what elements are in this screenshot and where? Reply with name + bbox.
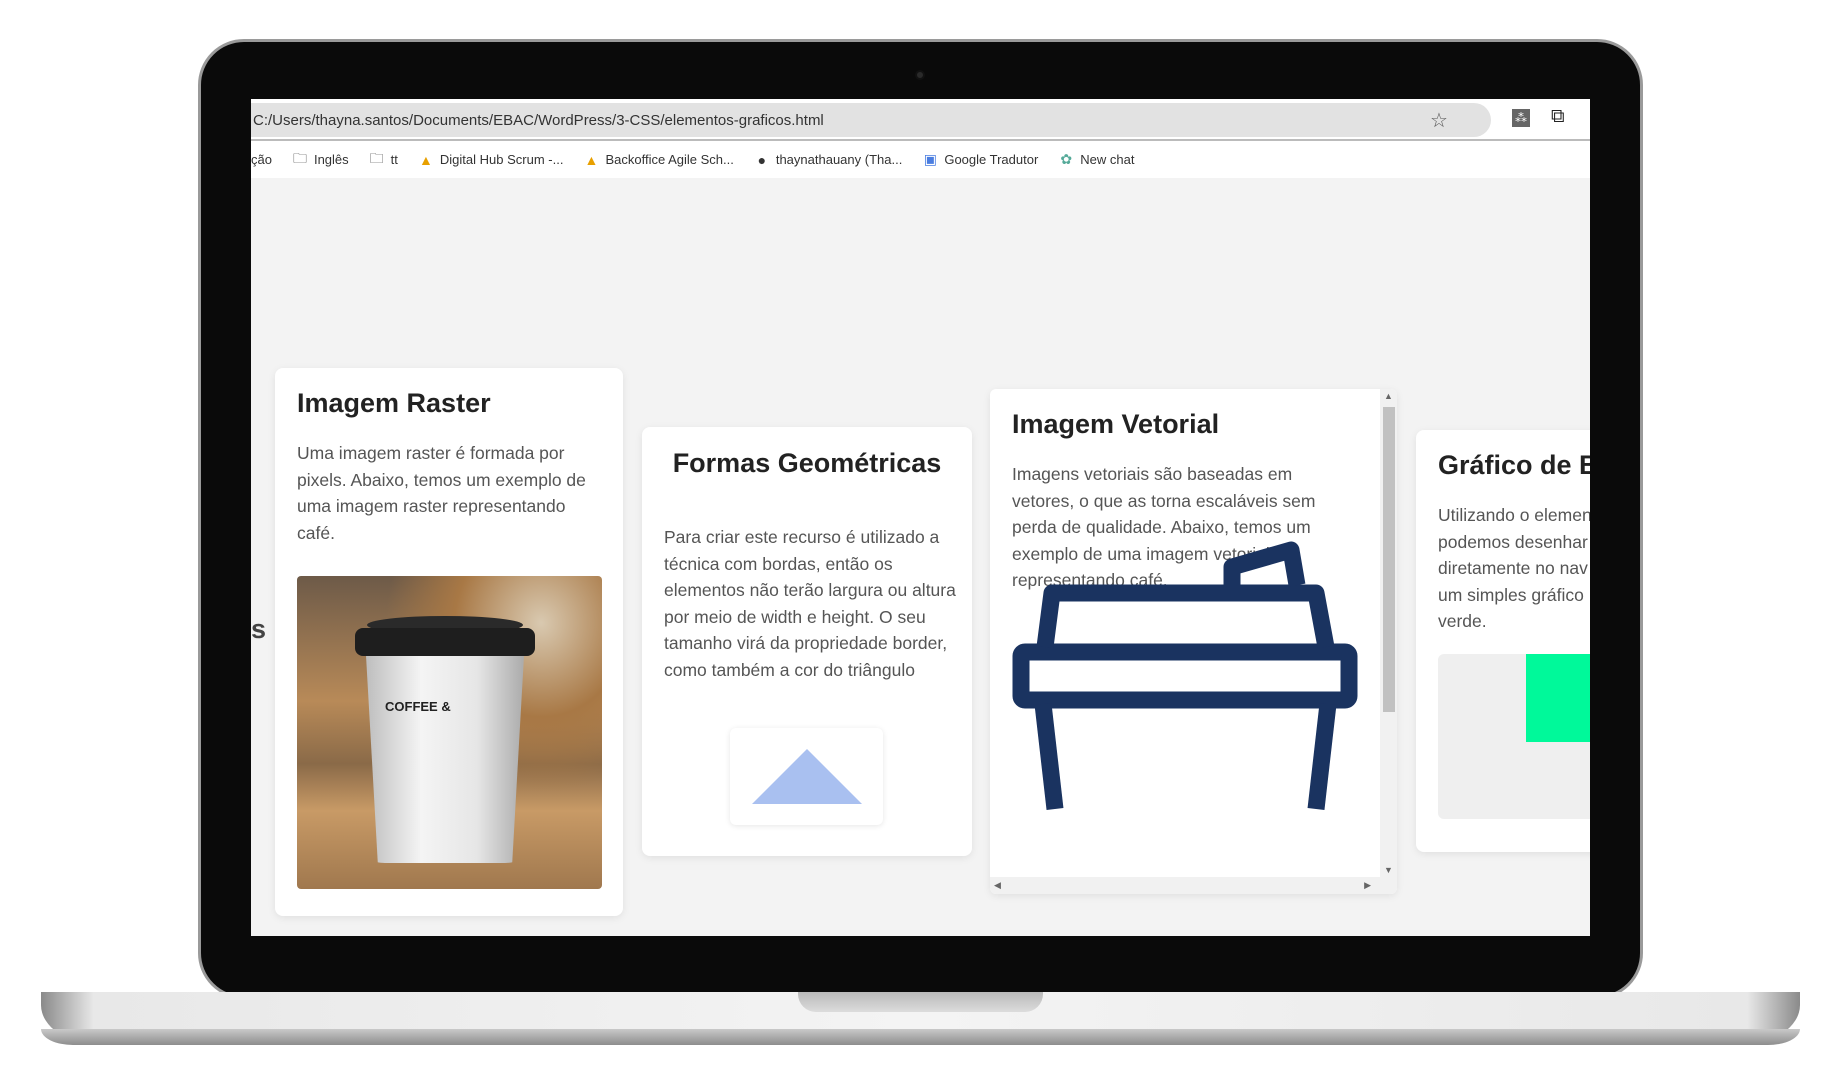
bookmark-ingles[interactable]: 🗀 Inglês — [292, 148, 349, 172]
bookmark-label: Backoffice Agile Sch... — [605, 152, 734, 167]
bookmarks-bar: ção 🗀 Inglês 🗀 tt ▲ Digital Hub Scrum -... … — [251, 141, 1590, 178]
triangle-container — [730, 728, 883, 825]
page-content: s Imagem Raster Uma imagem raster é form… — [251, 178, 1590, 936]
bookmark-new-chat[interactable]: ✿ New chat — [1058, 151, 1134, 168]
card-title: Gráfico de B — [1438, 450, 1590, 480]
google-ads-icon: ▲ — [418, 151, 433, 168]
scroll-up-arrow[interactable]: ▲ — [1384, 391, 1393, 401]
coffee-photo: COFFEE & — [297, 576, 602, 889]
horizontal-scrollbar[interactable]: ◀ ▶ — [990, 877, 1397, 894]
bookmark-label: Google Tradutor — [944, 152, 1039, 167]
toolbar: e C:/Users/thayna.santos/Documents/EBAC/… — [251, 99, 1590, 141]
card-text: Para criar este recurso é utilizado a té… — [664, 527, 956, 680]
google-translate-icon: ▣ — [923, 151, 937, 167]
folder-icon: 🗀 — [292, 149, 307, 166]
card-title: Imagem Raster — [297, 388, 491, 418]
coffee-cup-vector-icon — [1012, 541, 1358, 810]
card-text-line: um simples gráfico — [1438, 584, 1584, 605]
address-url[interactable]: C:/Users/thayna.santos/Documents/EBAC/Wo… — [253, 112, 824, 129]
bookmark-label: New chat — [1080, 152, 1135, 167]
triangle-shape — [752, 749, 862, 804]
coffee-cup — [365, 638, 525, 863]
green-bar — [1526, 654, 1590, 742]
address-bar[interactable]: e C:/Users/thayna.santos/Documents/EBAC/… — [251, 103, 1491, 137]
google-ads-icon: ▲ — [584, 151, 599, 168]
folder-icon: 🗀 — [369, 149, 384, 166]
card-bar-chart: Gráfico de B Utilizando o elemen podemos… — [1416, 430, 1590, 852]
bookmark-google-tradutor[interactable]: ▣ Google Tradutor — [922, 151, 1039, 168]
bookmark-digital-hub[interactable]: ▲ Digital Hub Scrum -... — [418, 151, 564, 168]
bookmark-label: tt — [390, 152, 398, 167]
card-title: Formas Geométricas — [672, 448, 942, 478]
browser-window: e C:/Users/thayna.santos/Documents/EBAC/… — [251, 99, 1590, 936]
laptop-notch — [798, 992, 1043, 1012]
bar-chart-canvas — [1438, 654, 1590, 819]
chatgpt-icon: ✿ — [1060, 151, 1073, 167]
star-icon[interactable]: ☆ — [1430, 108, 1448, 133]
card-text-line: diretamente no nav — [1438, 558, 1588, 578]
bookmark-github[interactable]: ● thaynathauany (Tha... — [754, 151, 903, 168]
bookmark-tt[interactable]: 🗀 tt — [369, 148, 398, 172]
bookmark-label: Digital Hub Scrum -... — [439, 152, 564, 167]
scroll-right-arrow[interactable]: ▶ — [1364, 880, 1371, 891]
card-text-line: Utilizando o elemen — [1438, 505, 1590, 525]
card-text-line: podemos desenhar — [1438, 531, 1588, 552]
cup-label: COFFEE & — [385, 699, 451, 714]
scroll-left-arrow[interactable]: ◀ — [994, 880, 1001, 891]
github-icon: ● — [757, 151, 767, 168]
vertical-scrollbar[interactable]: ▲ ▼ — [1380, 389, 1397, 877]
camera — [915, 70, 925, 80]
card-text: Utilizando o elemen podemos desenhar dir… — [1438, 502, 1590, 635]
cup-lid — [355, 628, 535, 656]
scrollbar-thumb[interactable] — [1383, 407, 1395, 712]
scroll-down-arrow[interactable]: ▼ — [1384, 865, 1393, 875]
bookmark-backoffice[interactable]: ▲ Backoffice Agile Sch... — [583, 151, 734, 168]
card-vector: Imagem Vetorial Imagens vetoriais são ba… — [990, 389, 1397, 894]
bookmark-label: ção — [251, 152, 272, 167]
card-text: Uma imagem raster é formada por pixels. … — [297, 443, 586, 543]
card-geometric-shapes: Formas Geométricas Para criar este recur… — [642, 427, 972, 856]
extensions-puzzle-icon[interactable]: ⧉ — [1551, 106, 1565, 128]
card-raster: Imagem Raster Uma imagem raster é formad… — [275, 368, 623, 916]
bookmark-item[interactable]: ção — [251, 152, 272, 167]
card-text-line: verde. — [1438, 611, 1487, 631]
extension-network-icon[interactable]: ⁂ — [1512, 109, 1530, 127]
bookmark-label: Inglês — [313, 152, 349, 167]
clipped-heading-fragment: s — [251, 614, 267, 644]
bookmark-label: thaynathauany (Tha... — [775, 152, 903, 167]
